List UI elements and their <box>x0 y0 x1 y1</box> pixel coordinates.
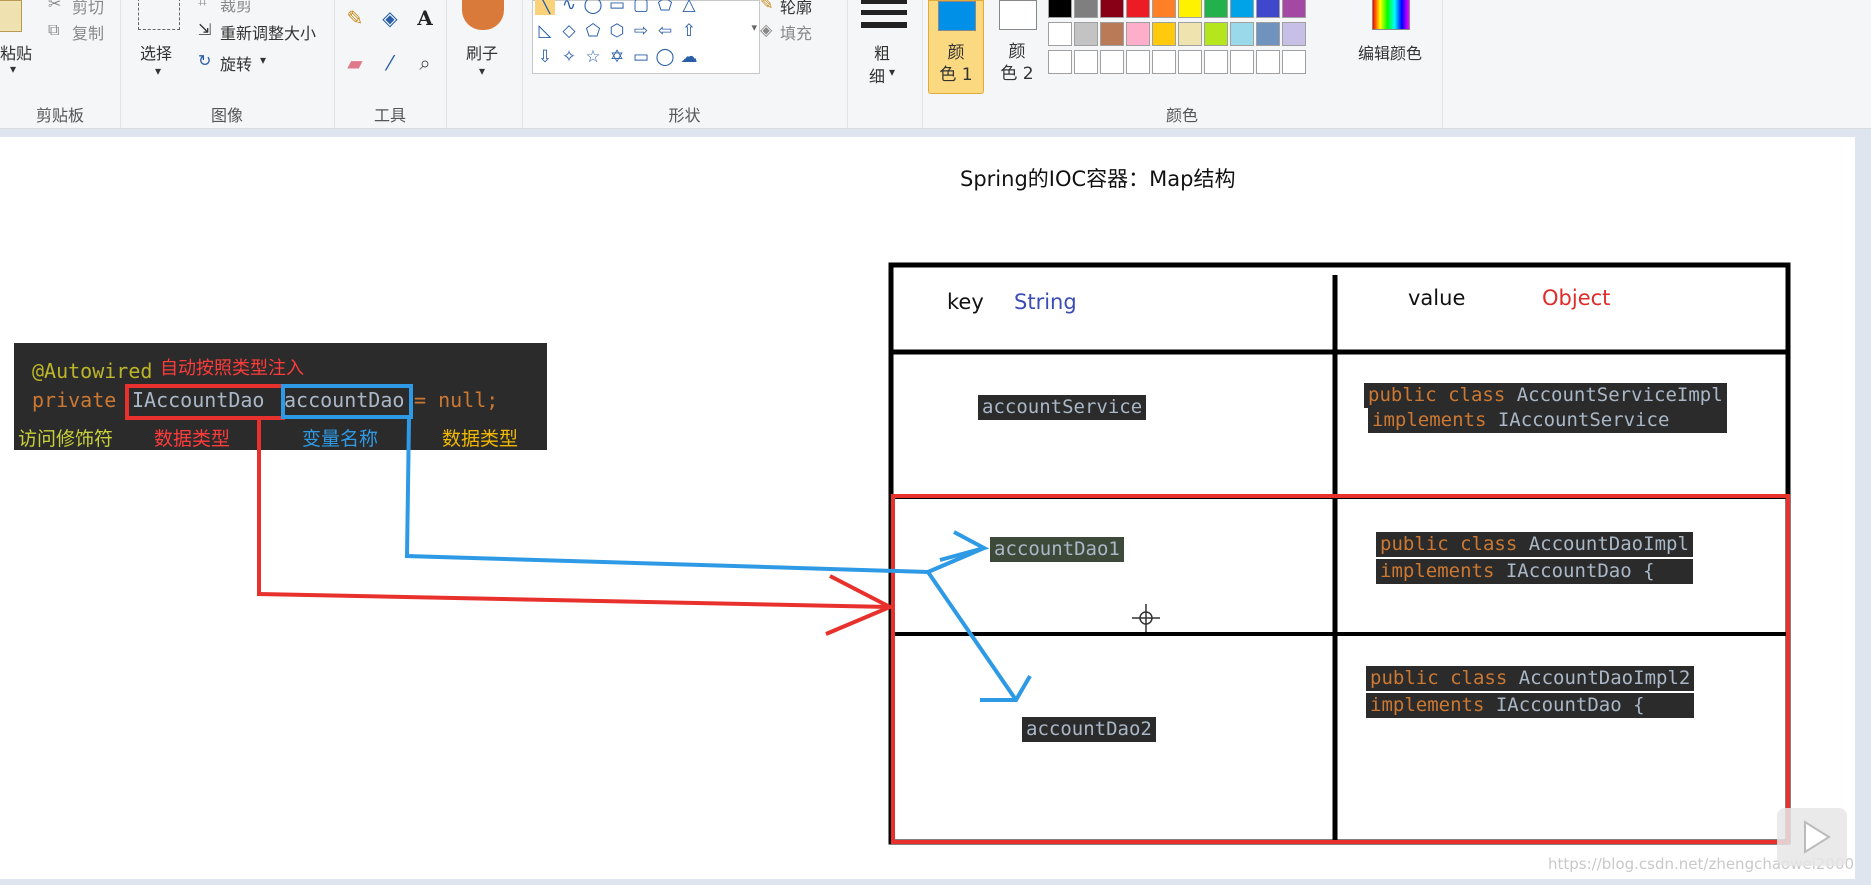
dao-rows-highlight <box>891 494 1790 844</box>
play-icon <box>1804 820 1831 854</box>
blue-arrowhead-dao2 <box>980 674 1032 702</box>
blue-arrowhead-dao1 <box>939 530 990 562</box>
variable-highlight-box <box>281 384 413 419</box>
blue-arrow-line <box>404 417 929 574</box>
drawing-overlay <box>125 262 1791 845</box>
play-button[interactable] <box>1777 808 1847 866</box>
type-highlight-box <box>125 384 285 420</box>
red-arrow-line <box>257 420 891 609</box>
crosshair-cursor <box>1132 604 1160 632</box>
